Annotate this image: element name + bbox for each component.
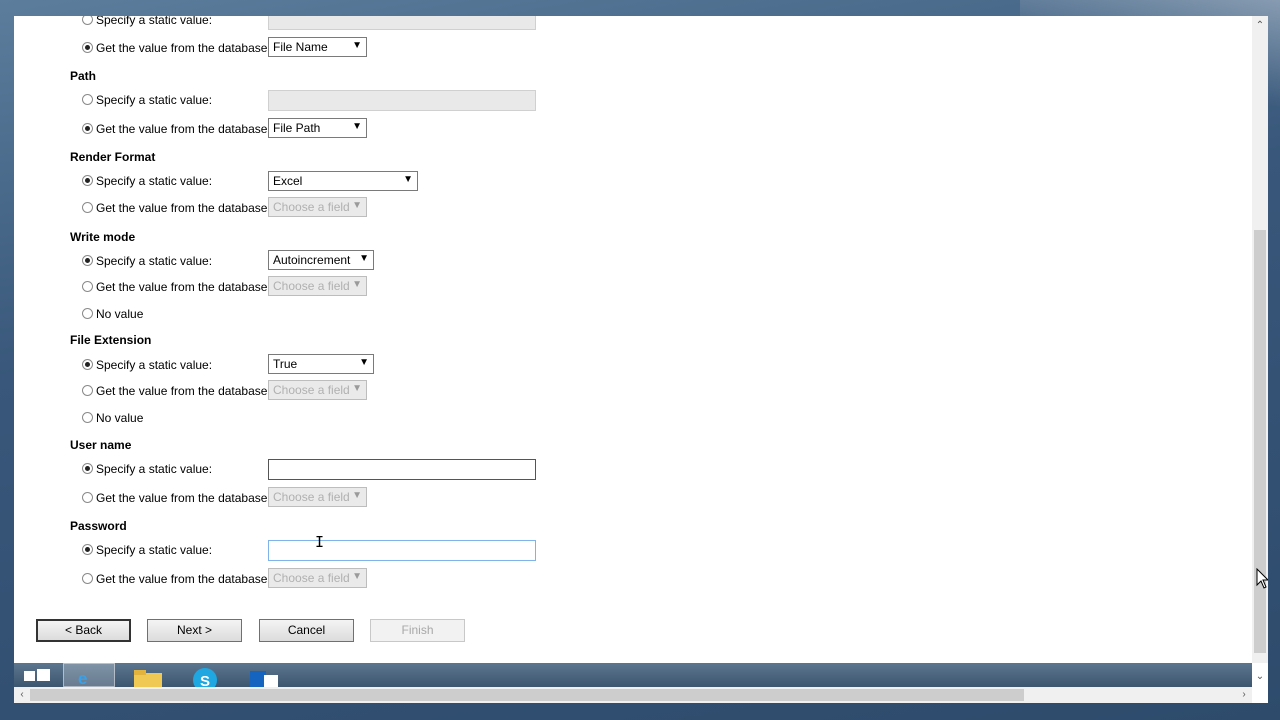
browser-window: Specify a static value: Get the value fr… [14, 16, 1268, 703]
chevron-down-icon: ▼ [352, 121, 362, 132]
path-static-radio[interactable] [82, 94, 93, 105]
option-label: Specify a static value: [96, 93, 213, 107]
section-title-user-name: User name [70, 438, 132, 452]
chevron-down-icon: ▼ [403, 174, 413, 185]
scroll-right-icon[interactable]: › [1236, 687, 1252, 703]
finish-button: Finish [370, 619, 465, 642]
taskbar: e S [14, 663, 1252, 687]
option-label: Specify a static value: [96, 543, 213, 557]
chevron-down-icon: ▼ [352, 490, 362, 501]
select-value: File Name [273, 40, 328, 54]
data-driven-subscription-form: Specify a static value: Get the value fr… [14, 16, 1252, 663]
next-button[interactable]: Next > [147, 619, 242, 642]
select-value: Autoincrement [273, 253, 351, 267]
file-name-static-input [268, 16, 536, 30]
option-label: Get the value from the database: [96, 280, 271, 294]
mouse-pointer-icon [1256, 568, 1268, 589]
file-extension-static-radio[interactable] [82, 359, 93, 370]
chevron-down-icon: ▼ [352, 571, 362, 582]
chevron-down-icon: ▼ [359, 357, 369, 368]
horizontal-scrollbar[interactable]: ‹ › [14, 687, 1252, 703]
option-label: Specify a static value: [96, 462, 213, 476]
select-value: Excel [273, 174, 303, 188]
option-label: Get the value from the database: [96, 41, 271, 55]
chevron-down-icon: ▼ [352, 200, 362, 211]
option-label: Specify a static value: [96, 16, 213, 27]
option-label: No value [96, 307, 144, 321]
password-database-radio[interactable] [82, 573, 93, 584]
chevron-down-icon: ▼ [352, 279, 362, 290]
scroll-down-icon[interactable]: ⌄ [1252, 671, 1268, 682]
render-format-static-radio[interactable] [82, 175, 93, 186]
user-name-static-radio[interactable] [82, 463, 93, 474]
path-static-input [268, 90, 536, 111]
select-value: Choose a field [273, 490, 350, 504]
option-label: Get the value from the database: [96, 122, 271, 136]
render-format-field-select: Choose a field ▼ [268, 197, 367, 217]
windows-start-icon[interactable] [14, 663, 66, 687]
select-value: Choose a field [273, 279, 350, 293]
option-label: Specify a static value: [96, 254, 213, 268]
password-static-radio[interactable] [82, 544, 93, 555]
section-title-file-extension: File Extension [70, 333, 152, 347]
select-value: True [273, 357, 298, 371]
user-name-input[interactable] [268, 459, 536, 480]
file-extension-no-value-radio[interactable] [82, 412, 93, 423]
internet-explorer-icon[interactable]: e [63, 663, 115, 687]
chevron-down-icon: ▼ [352, 383, 362, 394]
select-value: Choose a field [273, 571, 350, 585]
option-label: Get the value from the database: [96, 572, 271, 586]
option-label: No value [96, 411, 144, 425]
write-mode-no-value-radio[interactable] [82, 308, 93, 319]
write-mode-static-radio[interactable] [82, 255, 93, 266]
section-title-path: Path [70, 69, 97, 83]
file-name-field-select[interactable]: File Name ▼ [268, 37, 367, 57]
svg-text:S: S [200, 673, 210, 687]
cancel-button[interactable]: Cancel [259, 619, 354, 642]
back-button[interactable]: < Back [36, 619, 131, 642]
render-format-select[interactable]: Excel ▼ [268, 171, 418, 191]
horizontal-scroll-thumb[interactable] [30, 689, 1024, 701]
option-label: Get the value from the database: [96, 384, 271, 398]
skype-icon[interactable]: S [182, 663, 234, 687]
section-title-write-mode: Write mode [70, 230, 136, 244]
write-mode-database-radio[interactable] [82, 281, 93, 292]
file-name-database-radio[interactable] [82, 42, 93, 53]
scroll-left-icon[interactable]: ‹ [14, 687, 30, 703]
select-value: File Path [273, 121, 321, 135]
write-mode-field-select: Choose a field ▼ [268, 276, 367, 296]
render-format-database-radio[interactable] [82, 202, 93, 213]
option-label: Get the value from the database: [96, 201, 271, 215]
file-name-static-radio[interactable] [82, 16, 93, 25]
user-name-field-select: Choose a field ▼ [268, 487, 367, 507]
chevron-down-icon: ▼ [359, 253, 369, 264]
section-title-render-format: Render Format [70, 150, 156, 164]
password-field-select: Choose a field ▼ [268, 568, 367, 588]
text-cursor-icon: I [315, 533, 325, 551]
file-extension-database-radio[interactable] [82, 385, 93, 396]
chevron-down-icon: ▼ [352, 40, 362, 51]
file-extension-field-select: Choose a field ▼ [268, 380, 367, 400]
select-value: Choose a field [273, 383, 350, 397]
section-title-password: Password [70, 519, 127, 533]
scroll-up-icon[interactable]: ⌃ [1252, 20, 1268, 31]
password-input[interactable] [268, 540, 536, 561]
option-label: Get the value from the database: [96, 491, 271, 505]
vertical-scrollbar[interactable]: ⌃ ⌄ [1252, 16, 1268, 682]
user-name-database-radio[interactable] [82, 492, 93, 503]
option-label: Specify a static value: [96, 174, 213, 188]
file-extension-select[interactable]: True ▼ [268, 354, 374, 374]
path-field-select[interactable]: File Path ▼ [268, 118, 367, 138]
option-label: Specify a static value: [96, 358, 213, 372]
file-explorer-icon[interactable] [122, 663, 174, 687]
select-value: Choose a field [273, 200, 350, 214]
write-mode-select[interactable]: Autoincrement ▼ [268, 250, 374, 270]
path-database-radio[interactable] [82, 123, 93, 134]
outlook-icon[interactable] [240, 663, 292, 687]
